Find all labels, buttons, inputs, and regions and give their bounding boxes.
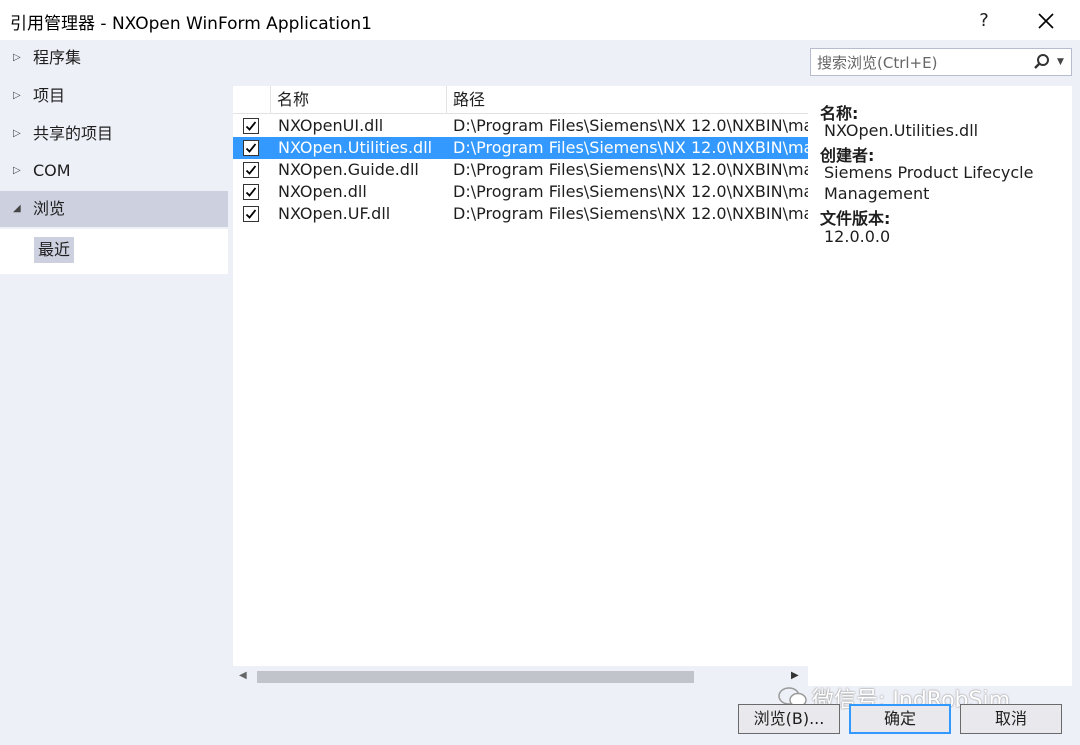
close-button[interactable] [1030, 8, 1062, 34]
nav-item-label: 程序集 [33, 48, 82, 67]
expand-arrow-icon[interactable]: ▷ [13, 40, 23, 76]
item-path: D:\Program Files\Siemens\NX 12.0\NXBIN\m… [453, 182, 808, 201]
nav-item-projects[interactable]: ▷ 项目 [0, 78, 228, 114]
nav-item-assemblies[interactable]: ▷ 程序集 [0, 40, 228, 76]
horizontal-scrollbar[interactable]: ◀ ▶ [233, 666, 808, 688]
checkbox[interactable] [243, 162, 259, 178]
expand-arrow-icon[interactable]: ▷ [13, 153, 23, 189]
cancel-button[interactable]: 取消 [960, 704, 1062, 734]
list-item[interactable]: NXOpen.Guide.dll D:\Program Files\Siemen… [233, 159, 808, 181]
browse-button[interactable]: 浏览(B)... [738, 704, 840, 734]
expand-arrow-icon[interactable]: ▷ [13, 78, 23, 114]
checkbox[interactable] [243, 118, 259, 134]
checkmark-icon [245, 165, 257, 175]
nav-pane: ▷ 程序集 ▷ 项目 ▷ 共享的项目 ▷ COM ◢ 浏览 最近 [0, 40, 228, 745]
item-name: NXOpen.Guide.dll [278, 160, 419, 179]
search-input[interactable] [815, 52, 1029, 74]
nav-item-label: 浏览 [33, 199, 66, 218]
item-name: NXOpen.Utilities.dll [278, 138, 433, 157]
item-name: NXOpenUI.dll [278, 116, 384, 135]
details-pane: 名称: NXOpen.Utilities.dll 创建者: Siemens Pr… [808, 86, 1072, 686]
scroll-right-icon[interactable]: ▶ [791, 670, 799, 681]
window-title: 引用管理器 - NXOpen WinForm Application1 [10, 14, 372, 34]
detail-name-value: NXOpen.Utilities.dll [824, 121, 979, 140]
list-item[interactable]: NXOpenUI.dll D:\Program Files\Siemens\NX… [233, 115, 808, 137]
list-header: 名称 路径 [233, 86, 808, 114]
item-path: D:\Program Files\Siemens\NX 12.0\NXBIN\m… [453, 138, 808, 157]
checkbox[interactable] [243, 184, 259, 200]
detail-creator-value: Siemens Product Lifecycle Management [824, 163, 1034, 203]
checkbox[interactable] [243, 140, 259, 156]
item-path: D:\Program Files\Siemens\NX 12.0\NXBIN\m… [453, 204, 808, 223]
item-path: D:\Program Files\Siemens\NX 12.0\NXBIN\m… [453, 160, 808, 179]
nav-item-com[interactable]: ▷ COM [0, 153, 228, 189]
list-item[interactable]: NXOpen.Utilities.dll D:\Program Files\Si… [233, 137, 808, 159]
detail-version-value: 12.0.0.0 [824, 227, 891, 246]
collapse-arrow-icon[interactable]: ◢ [13, 191, 23, 227]
item-name: NXOpen.UF.dll [278, 204, 391, 223]
item-name: NXOpen.dll [278, 182, 367, 201]
checkbox[interactable] [243, 206, 259, 222]
nav-item-recent[interactable]: 最近 [34, 237, 75, 263]
expand-arrow-icon[interactable]: ▷ [13, 116, 23, 152]
nav-item-browse[interactable]: ◢ 浏览 [0, 191, 228, 227]
checkmark-icon [245, 121, 257, 131]
search-box: ▼ [810, 48, 1072, 76]
reference-list: 名称 路径 NXOpenUI.dll D:\Program Files\Siem… [233, 86, 808, 666]
help-button[interactable]: ? [968, 8, 1000, 34]
ok-button[interactable]: 确定 [849, 704, 951, 734]
search-icon[interactable] [1033, 53, 1051, 75]
checkmark-icon [245, 209, 257, 219]
item-path: D:\Program Files\Siemens\NX 12.0\NXBIN\m… [453, 116, 808, 135]
column-header-name[interactable]: 名称 [271, 86, 447, 114]
column-header-check[interactable] [233, 86, 271, 114]
checkmark-icon [245, 143, 257, 153]
scroll-left-icon[interactable]: ◀ [239, 670, 247, 681]
nav-item-shared-projects[interactable]: ▷ 共享的项目 [0, 116, 228, 152]
nav-item-label: 共享的项目 [33, 124, 114, 143]
list-item[interactable]: NXOpen.dll D:\Program Files\Siemens\NX 1… [233, 181, 808, 203]
search-options-chevron-down-icon[interactable]: ▼ [1057, 53, 1064, 71]
close-icon [1038, 13, 1054, 29]
scrollbar-thumb[interactable] [257, 671, 694, 683]
column-header-path[interactable]: 路径 [447, 86, 808, 114]
title-bar: 引用管理器 - NXOpen WinForm Application1 ? [0, 0, 1080, 40]
nav-sub-area: 最近 [0, 229, 228, 274]
list-item[interactable]: NXOpen.UF.dll D:\Program Files\Siemens\N… [233, 203, 808, 225]
nav-item-label: 项目 [33, 86, 66, 105]
checkmark-icon [245, 187, 257, 197]
nav-item-label: COM [33, 161, 71, 180]
